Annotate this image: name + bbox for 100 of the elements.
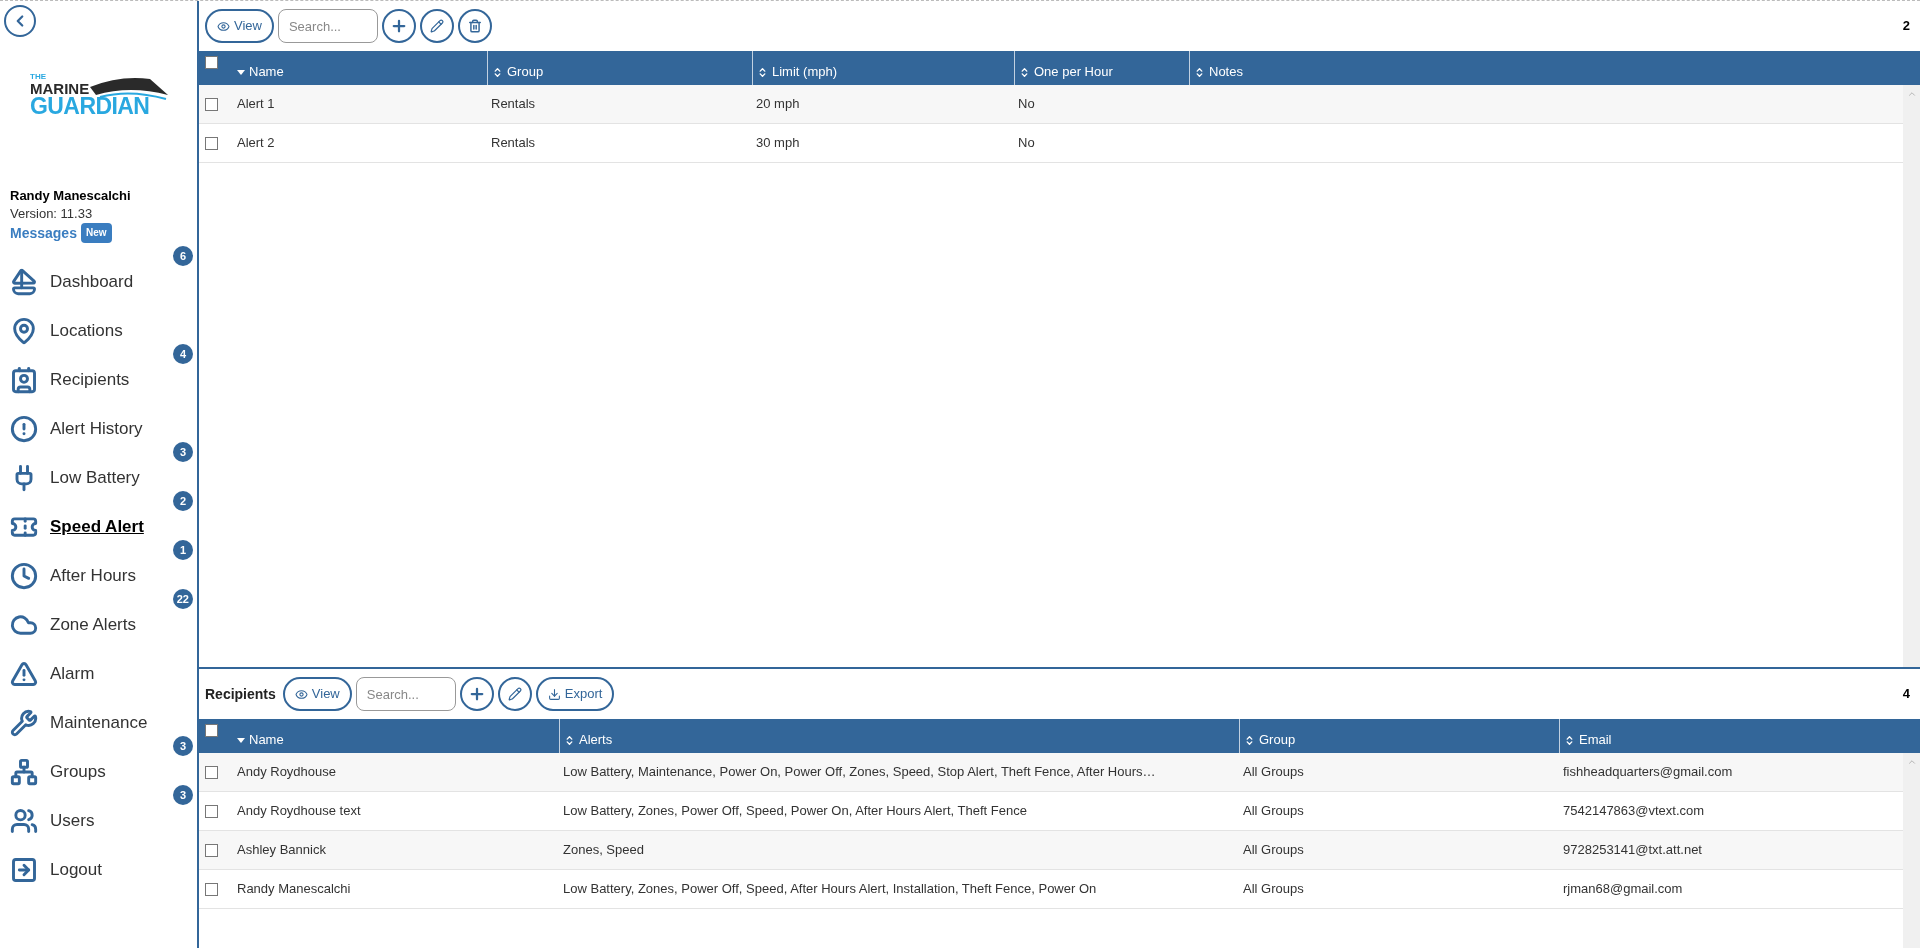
table-cell: Low Battery, Maintenance, Power On, Power Off, Zones, Speed, Stop Alert, Theft Fence, After Hours… [563,764,1156,780]
search-field[interactable]: Search... [355,677,456,711]
table-cell: Alert 1 [237,96,275,112]
nav-link[interactable]: Maintenance [50,709,148,736]
user-name: Randy Manescalchi [10,187,132,205]
nav-link[interactable]: Dashboard [50,268,134,295]
checkbox[interactable] [205,765,218,779]
nav-link[interactable]: Alert History [50,415,143,442]
sailboat-icon [10,267,38,296]
pencil-icon [429,19,444,33]
new-badge: New [80,223,112,243]
add-button[interactable] [381,9,416,43]
pencil-icon [507,687,522,701]
checkbox[interactable] [205,56,218,69]
logo: THE MARINE GUARDIAN [30,73,170,123]
table-cell: No [1018,96,1035,112]
logout-icon [10,855,38,884]
table-cell: Low Battery, Zones, Power Off, Speed, After Hours Alert, Installation, Theft Fence, Power On [563,881,1097,897]
table-cell: Alert 2 [237,135,275,151]
table-cell: Randy Manescalchi [237,881,351,897]
panel-title: Recipients [205,684,276,704]
table-cell: Andy Roydhouse text [237,803,361,819]
table-cell: Rentals [491,135,536,151]
table-row[interactable]: Andy Roydhouse Low Battery, Maintenance, Power On, Power Off, Zones, Speed, Stop Alert, Theft Fence, After Hours… All Groups fishheadquarters@gmail.com [199,753,1903,792]
download-icon [547,687,561,701]
column-header[interactable]: Email [1579,730,1612,750]
column-header[interactable]: Group [1259,730,1296,750]
table-cell: Zones, Speed [563,842,644,858]
column-header[interactable]: Name [249,730,284,750]
nav-link[interactable]: Groups [50,758,106,785]
table-cell: rjman68@gmail.com [1563,881,1683,897]
checkbox[interactable] [205,136,218,150]
count-badge: 3 [173,442,193,462]
table-cell: No [1018,135,1035,151]
table-cell: All Groups [1243,842,1304,858]
table-row[interactable]: Alert 1 Rentals 20 mph No [199,85,1903,124]
users-icon [10,806,38,835]
record-count: 2 [1902,17,1910,36]
table-cell: fishheadquarters@gmail.com [1563,764,1733,780]
edit-button[interactable] [419,9,454,43]
table-cell: Ashley Bannick [237,842,326,858]
column-header[interactable]: Group [507,62,544,82]
trash-icon [467,19,482,33]
table-cell: 7542147863@vtext.com [1563,803,1705,819]
scrollbar[interactable] [1903,85,1920,667]
eye-icon [217,19,230,33]
edit-button[interactable] [497,677,532,711]
view-button[interactable]: View [205,9,274,43]
nav-link[interactable]: Speed Alert [50,513,144,540]
warning-icon [10,659,38,688]
table-cell: Low Battery, Zones, Power Off, Speed, Power On, After Hours Alert, Theft Fence [563,803,1027,819]
nav-link[interactable]: Users [50,807,95,834]
table-cell: All Groups [1243,803,1304,819]
nav-link[interactable]: Logout [50,856,102,883]
nav-link[interactable]: Low Battery [50,464,140,491]
search-field[interactable]: Search... [277,9,378,43]
view-button[interactable]: View [282,677,352,711]
checkbox[interactable] [205,882,218,896]
table-cell: All Groups [1243,881,1304,897]
nav-link[interactable]: Recipients [50,366,130,393]
table-cell: 9728253141@txt.att.net [1563,842,1702,858]
version-label: Version: 11.33 [10,205,94,223]
table-row[interactable]: Ashley Bannick Zones, Speed All Groups 9728253141@txt.att.net [199,831,1903,870]
column-header[interactable]: Notes [1209,62,1243,82]
eye-icon [294,687,308,701]
count-badge: 4 [173,344,193,364]
clock-icon [10,561,38,590]
wrench-icon [10,708,38,737]
messages-link[interactable]: Messages [10,224,77,242]
nav-link[interactable]: Zone Alerts [50,611,136,638]
checkbox[interactable] [205,724,218,737]
count-badge: 3 [173,785,193,805]
checkbox[interactable] [205,804,218,818]
column-header[interactable]: One per Hour [1034,62,1113,82]
table-cell: Rentals [491,96,536,112]
id-card-icon [10,365,38,394]
column-header[interactable]: Name [249,62,284,82]
hierarchy-icon [10,757,38,786]
checkbox[interactable] [205,97,218,111]
nav-link[interactable]: After Hours [50,562,136,589]
count-badge: 3 [173,736,193,756]
add-button[interactable] [459,677,494,711]
record-count: 4 [1902,685,1910,704]
column-header[interactable]: Limit (mph) [772,62,837,82]
table-cell: 30 mph [756,135,800,151]
column-header[interactable]: Alerts [579,730,613,750]
count-badge: 1 [173,540,193,560]
map-pin-icon [10,316,38,345]
count-badge: 6 [173,246,193,266]
table-cell: All Groups [1243,764,1304,780]
scrollbar[interactable] [1903,753,1920,948]
count-badge: 22 [172,589,193,609]
alert-icon [10,414,38,443]
nav-link[interactable]: Locations [50,317,123,344]
export-button[interactable]: Export [535,677,615,711]
delete-button[interactable] [457,9,492,43]
back-button[interactable] [4,5,36,37]
nav-link[interactable]: Alarm [50,660,95,687]
checkbox[interactable] [205,843,218,857]
table-cell: 20 mph [756,96,800,112]
